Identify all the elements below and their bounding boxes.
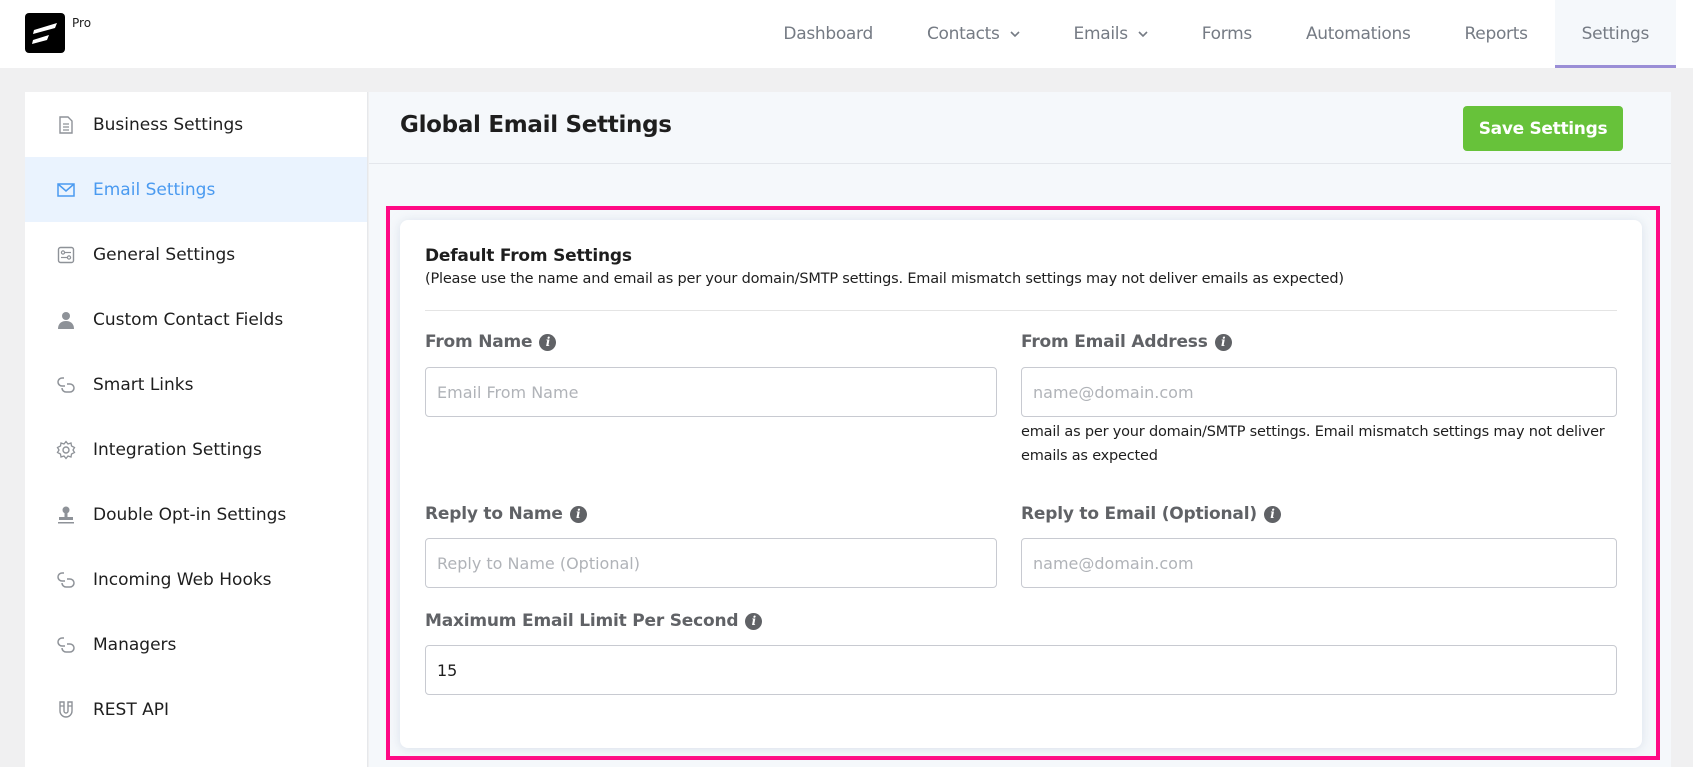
sidebar-item-integration-settings[interactable]: Integration Settings [25,417,367,482]
from-email-label: From Email Address i [1021,332,1232,352]
document-icon [55,114,77,136]
info-icon[interactable]: i [1214,333,1232,351]
section-subtitle: (Please use the name and email as per yo… [425,271,1344,287]
sidebar-item-label: Smart Links [93,374,194,395]
page-title: Global Email Settings [400,112,672,138]
sidebar-item-double-opt-in-settings[interactable]: Double Opt-in Settings [25,482,367,547]
info-icon[interactable]: i [745,612,763,630]
sliders-icon [55,244,77,266]
sidebar-item-label: Managers [93,634,177,655]
from-email-help-text: email as per your domain/SMTP settings. … [1021,424,1605,464]
label-text: From Email Address [1021,332,1208,352]
main-content: Global Email Settings Save Settings Defa… [369,92,1671,767]
main-nav: Dashboard Contacts Emails Forms Automati… [756,0,1676,68]
nav-label: Automations [1305,24,1411,44]
nav-label: Forms [1201,24,1252,44]
from-name-label: From Name i [425,332,557,352]
chevron-down-icon [1009,31,1020,38]
link-icon [55,569,77,591]
nav-settings[interactable]: Settings [1554,0,1676,68]
max-email-limit-label: Maximum Email Limit Per Second i [425,611,763,631]
chevron-down-icon [1138,31,1148,38]
reply-to-email-label: Reply to Email (Optional) i [1021,504,1281,524]
nav-label: Dashboard [783,24,873,44]
sidebar-item-smart-links[interactable]: Smart Links [25,352,367,417]
nav-label: Reports [1464,24,1528,44]
nav-label: Contacts [926,24,1000,44]
from-email-input[interactable] [1021,367,1617,417]
nav-reports[interactable]: Reports [1438,0,1555,68]
reply-to-name-label: Reply to Name i [425,504,587,524]
page-header: Global Email Settings Save Settings [369,92,1671,164]
sidebar-item-general-settings[interactable]: General Settings [25,222,367,287]
label-text: Reply to Name [425,504,563,524]
label-text: Maximum Email Limit Per Second [425,611,739,631]
max-email-limit-input[interactable] [425,645,1617,695]
reply-to-email-input[interactable] [1021,538,1617,588]
sidebar-item-label: Email Settings [93,179,216,200]
magnet-icon [55,699,77,721]
sidebar-item-label: Double Opt-in Settings [93,504,287,525]
stamp-icon [55,504,77,526]
fluentcrm-logo[interactable] [25,13,65,53]
label-text: Reply to Email (Optional) [1021,504,1257,524]
default-from-settings-card: Default From Settings (Please use the na… [400,220,1642,748]
nav-dashboard[interactable]: Dashboard [756,0,900,68]
sidebar-item-label: Custom Contact Fields [93,309,284,330]
reply-to-name-input[interactable] [425,538,997,588]
gear-icon [55,439,77,461]
sidebar-item-email-settings[interactable]: Email Settings [25,157,367,222]
nav-contacts[interactable]: Contacts [900,0,1047,68]
sidebar-item-managers[interactable]: Managers [25,612,367,677]
sidebar-item-label: Business Settings [93,114,244,135]
from-name-input[interactable] [425,367,997,417]
info-icon[interactable]: i [569,505,587,523]
info-icon[interactable]: i [1263,505,1281,523]
nav-emails[interactable]: Emails [1047,0,1175,68]
settings-sidebar: Business Settings Email Settings General… [25,92,368,767]
nav-forms[interactable]: Forms [1175,0,1279,68]
nav-label: Settings [1581,24,1650,44]
sidebar-item-label: Integration Settings [93,439,262,460]
sidebar-item-label: General Settings [93,244,236,265]
sidebar-item-rest-api[interactable]: REST API [25,677,367,742]
nav-automations[interactable]: Automations [1279,0,1438,68]
link-icon [55,634,77,656]
nav-label: Emails [1073,24,1129,44]
sidebar-item-business-settings[interactable]: Business Settings [25,92,367,157]
top-navbar: Pro Dashboard Contacts Emails Forms Auto… [0,0,1693,68]
section-divider [425,310,1617,311]
logo-icon [32,23,57,44]
sidebar-item-incoming-web-hooks[interactable]: Incoming Web Hooks [25,547,367,612]
info-icon[interactable]: i [539,333,557,351]
sidebar-item-label: REST API [93,699,170,720]
link-icon [55,374,77,396]
envelope-icon [55,179,77,201]
section-title: Default From Settings [425,246,632,266]
sidebar-item-label: Incoming Web Hooks [93,569,272,590]
label-text: From Name [425,332,533,352]
sidebar-item-custom-contact-fields[interactable]: Custom Contact Fields [25,287,367,352]
user-icon [55,309,77,331]
save-settings-button[interactable]: Save Settings [1463,106,1623,151]
pro-badge: Pro [72,16,92,30]
